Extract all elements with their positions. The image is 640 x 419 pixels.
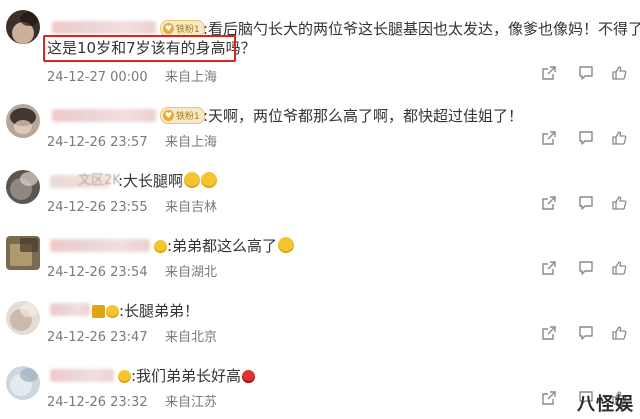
comment-time: 24-12-26 23:55	[47, 200, 148, 215]
fan-badge: ♥ 铁粉1	[160, 107, 205, 124]
comment-text: :长腿弟弟！	[91, 301, 199, 321]
comment-time: 24-12-27 00:00	[47, 70, 148, 85]
like-icon[interactable]	[611, 130, 627, 146]
comment-location: 来自吉林	[165, 200, 218, 215]
comment-meta: 24-12-26 23:57 来自上海	[47, 131, 217, 150]
spider-emoji-icon	[242, 370, 256, 383]
emoji-icon	[106, 305, 119, 318]
avatar[interactable]	[6, 366, 40, 400]
comment-meta: 24-12-26 23:55 来自吉林	[47, 196, 217, 215]
comment-text: :弟弟都这么高了	[153, 236, 295, 256]
emoji-icon	[118, 370, 131, 383]
comment-icon[interactable]	[578, 130, 594, 146]
fan-badge-label: 铁粉1	[176, 25, 200, 35]
emoji-icon	[278, 237, 295, 253]
comment-icon[interactable]	[578, 325, 594, 341]
avatar[interactable]	[6, 236, 40, 270]
comment-text: :看后脑勺长大的两位爷这长腿基因也太发达，像爹也像妈！不得了，	[203, 20, 640, 38]
comment-text-content: :长腿弟弟！	[119, 302, 200, 320]
comment-text-content: :我们弟弟长好高	[131, 367, 242, 385]
highlight-box	[43, 35, 236, 62]
comment-icon[interactable]	[578, 260, 594, 276]
username-blurred[interactable]	[50, 369, 114, 382]
comment-location: 来自江苏	[165, 395, 218, 410]
username-blurred[interactable]	[52, 109, 156, 122]
comment-location: 来自湖北	[165, 265, 218, 280]
share-icon[interactable]	[541, 130, 557, 146]
share-icon[interactable]	[541, 65, 557, 81]
comment-text-content: :大长腿啊	[118, 172, 184, 190]
emoji-icon	[201, 172, 218, 188]
share-icon[interactable]	[541, 260, 557, 276]
comment-time: 24-12-26 23:32	[47, 395, 148, 410]
fan-badge-label: 铁粉1	[176, 112, 200, 122]
like-icon[interactable]	[611, 260, 627, 276]
comment-text-content: :弟弟都这么高了	[167, 237, 278, 255]
username-blurred[interactable]	[50, 239, 150, 252]
comment-meta: 24-12-27 00:00 来自上海	[47, 66, 217, 85]
avatar[interactable]	[6, 301, 40, 335]
username-blurred[interactable]	[52, 21, 156, 34]
comment-icon[interactable]	[578, 195, 594, 211]
crown-icon	[92, 305, 105, 318]
username-partial[interactable]: 文区2K	[78, 171, 121, 191]
comment-time: 24-12-26 23:54	[47, 265, 148, 280]
comment-time: 24-12-26 23:57	[47, 135, 148, 150]
comment-text: :天啊，两位爷都那么高了啊，都快超过佳姐了！	[203, 107, 524, 125]
watermark: 八怪娱	[577, 394, 634, 415]
comment-meta: 24-12-26 23:54 来自湖北	[47, 261, 217, 280]
comment-location: 来自上海	[165, 70, 218, 85]
emoji-icon	[184, 172, 201, 188]
share-icon[interactable]	[541, 325, 557, 341]
like-icon[interactable]	[611, 195, 627, 211]
avatar[interactable]	[6, 170, 40, 204]
emoji-icon	[154, 240, 167, 253]
comment-icon[interactable]	[578, 65, 594, 81]
username-blurred[interactable]	[50, 303, 90, 316]
like-icon[interactable]	[611, 65, 627, 81]
like-icon[interactable]	[611, 325, 627, 341]
comment-location: 来自北京	[165, 330, 218, 345]
fan-badge-icon: ♥	[163, 23, 174, 34]
comment-meta: 24-12-26 23:32 来自江苏	[47, 391, 217, 410]
comment-location: 来自上海	[165, 135, 218, 150]
share-icon[interactable]	[541, 195, 557, 211]
comment-time: 24-12-26 23:47	[47, 330, 148, 345]
comment-meta: 24-12-26 23:47 来自北京	[47, 326, 217, 345]
avatar[interactable]	[6, 10, 40, 44]
share-icon[interactable]	[541, 390, 557, 406]
fan-badge-icon: ♥	[163, 110, 174, 121]
avatar[interactable]	[6, 104, 40, 138]
comment-text: :大长腿啊	[118, 171, 218, 191]
comment-text: :我们弟弟长好高	[117, 366, 256, 386]
